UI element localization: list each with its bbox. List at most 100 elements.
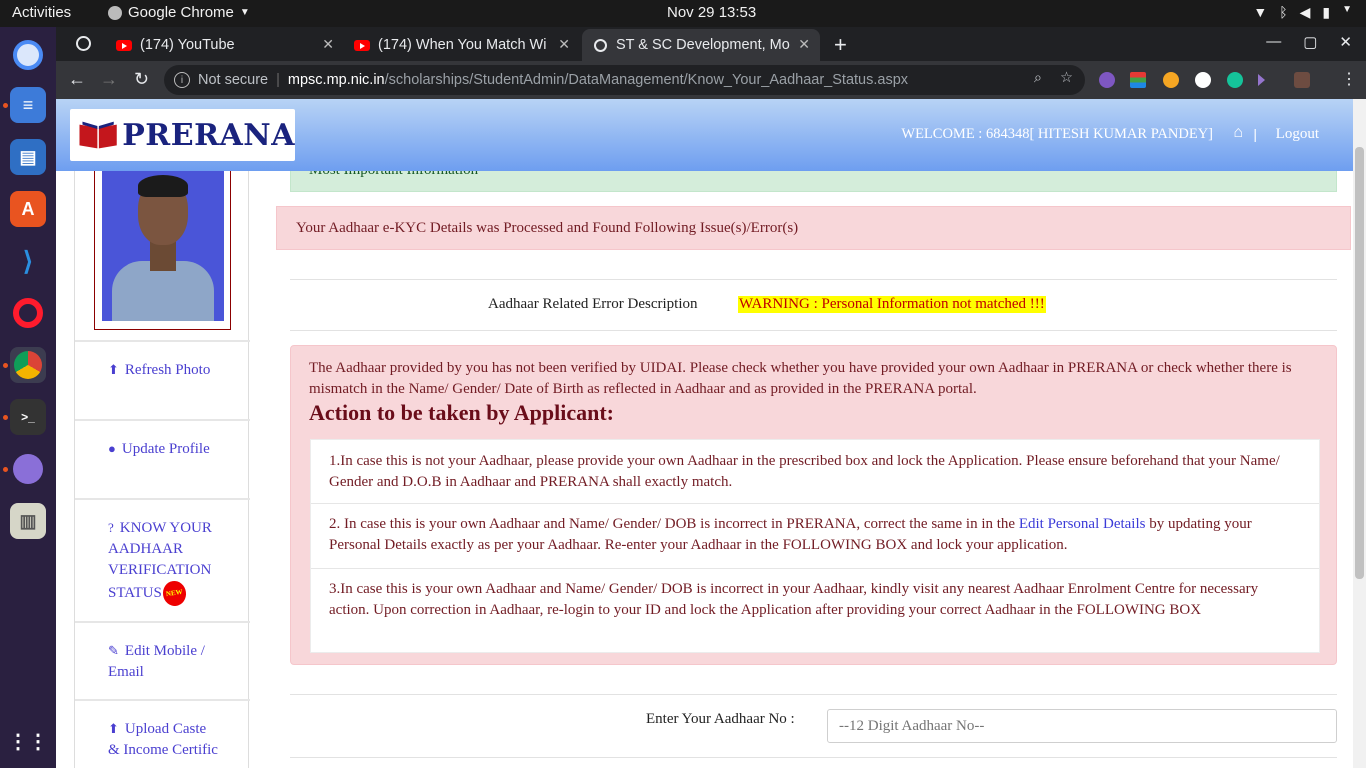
header-separator: |	[1253, 126, 1257, 142]
bluetooth-icon: ᛒ	[1279, 4, 1288, 20]
logout-link[interactable]: Logout	[1276, 126, 1319, 143]
vscode-dock-icon[interactable]: ⟩	[10, 243, 46, 279]
close-icon[interactable]: ✕	[558, 36, 570, 53]
security-label: Not secure	[198, 72, 269, 88]
tab-prerana[interactable]: ST & SC Development, Mo ✕	[582, 29, 820, 61]
window-controls: — ▢ ✕	[1266, 33, 1352, 51]
youtube-icon	[116, 37, 132, 53]
tab-label: (174) When You Match Wi	[378, 37, 547, 53]
system-tray[interactable]: ▼ ᛒ ◀ ▮ ▼	[1253, 4, 1352, 21]
action-item-2-text: 2. In case this is your own Aadhaar and …	[329, 516, 1019, 532]
action-item-3: 3.In case this is your own Aadhaar and N…	[329, 581, 1259, 618]
bookmark-star-icon[interactable]: ☆	[1060, 70, 1073, 86]
clock[interactable]: Nov 29 13:53	[667, 4, 756, 21]
browser-toolbar: ← → ↻ i Not secure | mpsc.mp.nic.in /sch…	[56, 61, 1366, 99]
upload-icon: ⬆	[108, 721, 119, 736]
extension-icon[interactable]	[1258, 74, 1265, 86]
close-icon[interactable]: ✕	[322, 36, 334, 53]
new-badge: NEW	[161, 579, 188, 608]
close-icon[interactable]: ✕	[798, 36, 810, 53]
grammarly-icon[interactable]	[1227, 72, 1243, 88]
show-applications-icon[interactable]: ⋮⋮	[8, 723, 48, 759]
extension-icon[interactable]	[1195, 72, 1211, 88]
scrollbar-thumb[interactable]	[1355, 147, 1364, 579]
profile-avatar[interactable]	[1294, 72, 1310, 88]
sidebar-item-upload-caste[interactable]: ⬆ Upload Caste & Income Certific	[108, 718, 220, 761]
wifi-icon: ▼	[1253, 4, 1268, 20]
tab-search-icon[interactable]	[76, 36, 91, 51]
browser-window: (174) YouTube ✕ (174) When You Match Wi …	[56, 27, 1366, 768]
web-page: PRERANA WELCOME : 684348[ HITESH KUMAR P…	[56, 99, 1366, 768]
important-info-banner: Most Important Information	[290, 171, 1337, 192]
youtube-icon	[354, 37, 370, 53]
system-top-bar: Activities Google Chrome ▼ Nov 29 13:53 …	[0, 0, 1366, 27]
activities-button[interactable]: Activities	[12, 4, 71, 21]
sidebar-item-label: Edit Mobile / Email	[108, 643, 205, 680]
url-separator: |	[276, 72, 280, 88]
info-icon[interactable]: i	[174, 72, 190, 88]
terminal-dock-icon[interactable]: >_	[10, 399, 46, 435]
tab-youtube[interactable]: (174) YouTube ✕	[106, 29, 344, 61]
user-icon: ●	[108, 441, 116, 456]
tor-dock-icon[interactable]	[10, 451, 46, 487]
action-title: Action to be taken by Applicant:	[309, 400, 614, 425]
menu-icon[interactable]: ⋮	[1341, 69, 1357, 89]
action-item-2: 2. In case this is your own Aadhaar and …	[311, 514, 1319, 556]
sidebar-item-edit-mobile[interactable]: ✎ Edit Mobile / Email	[108, 640, 220, 683]
action-list: 1.In case this is not your Aadhaar, plea…	[310, 439, 1320, 653]
chrome-icon	[108, 5, 122, 20]
forward-button[interactable]: →	[100, 69, 118, 90]
notes-dock-icon[interactable]: ≡	[10, 87, 46, 123]
maximize-button[interactable]: ▢	[1303, 33, 1317, 51]
action-panel: The Aadhaar provided by you has not been…	[290, 345, 1337, 665]
chevron-down-icon: ▼	[239, 7, 250, 18]
verification-description: The Aadhaar provided by you has not been…	[309, 360, 1292, 397]
profile-photo	[102, 171, 224, 321]
edit-personal-details-link[interactable]: Edit Personal Details	[1019, 516, 1146, 532]
tab-youtube-video[interactable]: (174) When You Match Wi ✕	[344, 29, 580, 61]
reload-button[interactable]: ↻	[134, 69, 149, 90]
welcome-text: WELCOME : 684348[ HITESH KUMAR PANDEY]	[901, 126, 1213, 142]
chromium-dock-icon[interactable]	[10, 37, 46, 73]
aadhaar-number-input[interactable]	[827, 709, 1337, 743]
new-tab-button[interactable]: +	[834, 32, 847, 58]
upload-icon: ⬆	[108, 362, 119, 377]
chevron-down-icon: ▼	[1342, 4, 1352, 15]
logo-text: PRERANA	[122, 117, 295, 153]
files-dock-icon[interactable]: ▥	[10, 503, 46, 539]
minimize-button[interactable]: —	[1266, 33, 1281, 51]
question-icon: ?	[108, 520, 114, 535]
sidebar-item-refresh-photo[interactable]: ⬆ Refresh Photo	[108, 359, 238, 381]
omnibox-actions: ⌕ ☆	[1034, 70, 1073, 86]
sidebar-item-label: KNOW YOUR AADHAAR VERIFICATION STATUS	[108, 520, 212, 601]
app-menu[interactable]: Google Chrome ▼	[108, 4, 250, 21]
page-scrollbar[interactable]	[1353, 99, 1366, 768]
tab-strip: (174) YouTube ✕ (174) When You Match Wi …	[56, 27, 1366, 61]
back-button[interactable]: ←	[68, 69, 86, 90]
software-center-dock-icon[interactable]: A	[10, 191, 46, 227]
address-bar[interactable]: i Not secure | mpsc.mp.nic.in /scholarsh…	[164, 65, 1085, 95]
sidebar-item-label: Update Profile	[121, 441, 210, 457]
tab-label: ST & SC Development, Mo	[616, 37, 790, 53]
chrome-dock-icon[interactable]	[10, 347, 46, 383]
tab-label: (174) YouTube	[140, 37, 235, 53]
dock: ≡ ▤ A ⟩ >_ ▥ ⋮⋮	[0, 27, 56, 768]
profile-photo-frame	[94, 171, 231, 330]
book-icon	[79, 121, 117, 149]
extension-icon[interactable]	[1130, 72, 1146, 88]
prerana-logo[interactable]: PRERANA	[70, 109, 295, 161]
url-host: mpsc.mp.nic.in	[287, 72, 385, 88]
globe-icon	[592, 37, 608, 53]
error-description-label: Aadhaar Related Error Description	[488, 296, 698, 312]
home-icon[interactable]: ⌂	[1233, 124, 1243, 142]
extension-icon[interactable]	[1099, 72, 1115, 88]
zoom-icon[interactable]: ⌕	[1034, 70, 1042, 86]
close-window-button[interactable]: ✕	[1339, 33, 1352, 51]
sidebar-item-update-profile[interactable]: ● Update Profile	[108, 438, 238, 460]
opera-dock-icon[interactable]	[10, 295, 46, 331]
extension-icon[interactable]	[1163, 72, 1179, 88]
sidebar-item-aadhaar-status[interactable]: ? KNOW YOUR AADHAAR VERIFICATION STATUS NE…	[108, 517, 223, 608]
document-viewer-dock-icon[interactable]: ▤	[10, 139, 46, 175]
site-header: PRERANA WELCOME : 684348[ HITESH KUMAR P…	[56, 99, 1353, 171]
sidebar: ⬆ Refresh Photo ● Update Profile ? KNOW YOU…	[74, 171, 250, 768]
